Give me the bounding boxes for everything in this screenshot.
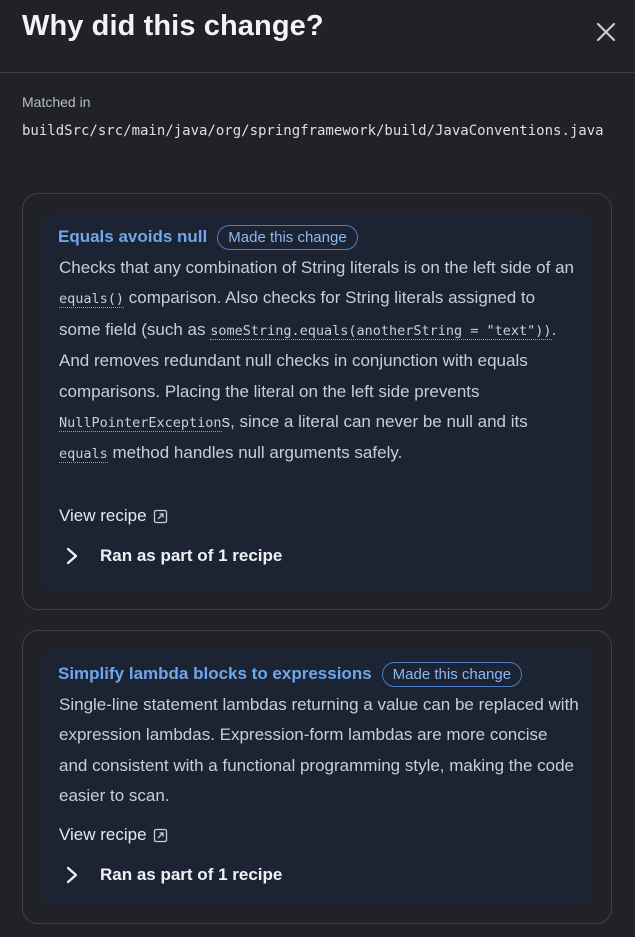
recipe-header: Equals avoids null Made this change	[58, 224, 358, 250]
ran-as-part-label: Ran as part of 1 recipe	[100, 865, 283, 884]
ran-as-part-toggle[interactable]: Ran as part of 1 recipe	[64, 862, 282, 888]
made-change-badge: Made this change	[217, 224, 358, 250]
chevron-right-icon	[66, 547, 78, 565]
ran-as-part-label: Ran as part of 1 recipe	[100, 546, 283, 565]
view-recipe-link[interactable]: View recipe	[59, 504, 168, 528]
view-recipe-label: View recipe	[59, 825, 147, 844]
description-text: s, since a literal can never be null and…	[221, 412, 528, 432]
recipe-header: Simplify lambda blocks to expressions Ma…	[58, 661, 523, 687]
view-recipe-link[interactable]: View recipe	[59, 823, 168, 847]
close-icon	[596, 22, 616, 42]
recipe-description: Single-line statement lambdas returning …	[59, 690, 579, 812]
ran-as-part-toggle[interactable]: Ran as part of 1 recipe	[64, 543, 282, 569]
chevron-right-icon	[66, 866, 78, 884]
matched-file-path: buildSrc/src/main/java/org/springframewo…	[22, 123, 604, 139]
recipe-card: Simplify lambda blocks to expressions Ma…	[22, 630, 612, 924]
external-link-icon	[153, 509, 167, 523]
dialog-title: Why did this change?	[22, 10, 324, 42]
code-npe: NullPointerException	[59, 415, 222, 433]
matched-in-label: Matched in	[22, 94, 91, 110]
recipe-card-body: Simplify lambda blocks to expressions Ma…	[44, 650, 591, 906]
code-example: someString.equals(anotherString = "text"…	[210, 322, 552, 340]
view-recipe-label: View recipe	[59, 506, 147, 525]
code-equals: equals()	[59, 291, 125, 309]
description-text: method handles null arguments safely.	[107, 443, 403, 463]
recipe-title[interactable]: Simplify lambda blocks to expressions	[58, 664, 372, 684]
dialog-header: Why did this change?	[0, 0, 635, 73]
recipe-description: Checks that any combination of String li…	[59, 253, 579, 470]
description-text: Single-line statement lambdas returning …	[59, 695, 579, 806]
code-equals-method: equals	[59, 446, 108, 464]
description-text: Checks that any combination of String li…	[59, 258, 574, 277]
close-button[interactable]	[592, 18, 620, 46]
recipe-title[interactable]: Equals avoids null	[58, 227, 207, 247]
recipe-card-body: Equals avoids null Made this change Chec…	[44, 213, 591, 592]
external-link-icon	[153, 828, 167, 842]
made-change-badge: Made this change	[381, 661, 523, 687]
recipe-card: Equals avoids null Made this change Chec…	[22, 193, 612, 610]
